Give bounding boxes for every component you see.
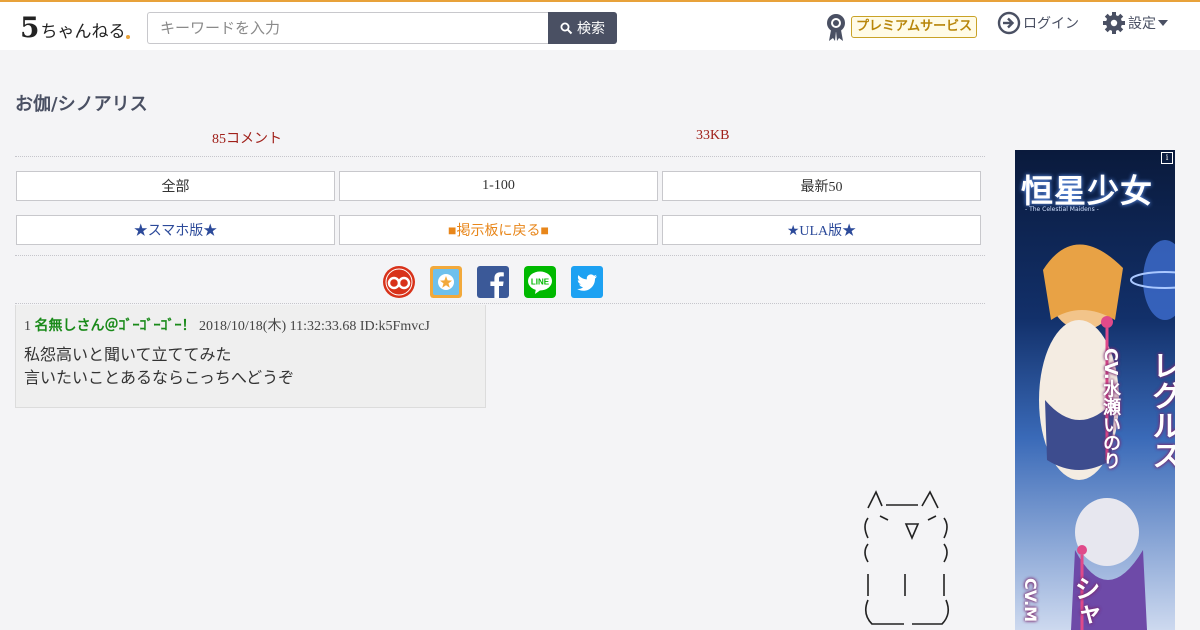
range-1-100-button[interactable]: 1-100 xyxy=(339,171,658,201)
search-input[interactable] xyxy=(147,12,549,44)
ula-version-button[interactable]: ★ULA版★ xyxy=(662,215,981,245)
logo-mark: 5 xyxy=(20,11,40,44)
line-icon[interactable]: LINE xyxy=(524,266,556,298)
post-date: 2018/10/18(木) 11:32:33.68 xyxy=(199,319,357,334)
smartphone-version-button[interactable]: ★スマホ版★ xyxy=(16,215,335,245)
latest-50-button[interactable]: 最新50 xyxy=(662,171,981,201)
facebook-icon[interactable] xyxy=(477,266,509,298)
post: 1 名無しさん＠ｺﾞｰｺﾞｰｺﾞｰ！ 2018/10/18(木) 11:32:3… xyxy=(15,305,486,408)
caret-down-icon xyxy=(1158,20,1168,26)
post-body: 私怨高いと聞いて立ててみた 言いたいことあるならこっちへどうぞ xyxy=(24,343,294,389)
ad-character-cv: CV.M xyxy=(1021,578,1040,623)
settings-label: 設定 xyxy=(1128,16,1156,32)
post-header: 1 名無しさん＠ｺﾞｰｺﾞｰｺﾞｰ！ 2018/10/18(木) 11:32:3… xyxy=(24,315,430,335)
ascii-cat-art xyxy=(864,490,950,625)
show-all-button[interactable]: 全部 xyxy=(16,171,335,201)
top-bar: 5 ちゃんねる 検索 プレミアムサービス ログイン xyxy=(0,0,1200,50)
poster-name: 名無しさん＠ｺﾞｰｺﾞｰｺﾞｰ！ xyxy=(34,318,196,334)
sussu-icon[interactable] xyxy=(383,266,415,298)
comment-count: 85コメント xyxy=(212,132,282,147)
svg-text:LINE: LINE xyxy=(531,278,550,287)
ad-character-cv: CV.水瀬いのり xyxy=(1100,348,1121,470)
ad-character-name: シャ xyxy=(1070,575,1100,627)
award-icon xyxy=(827,14,845,41)
login-label: ログイン xyxy=(1023,16,1079,32)
logo-text: ちゃんねる xyxy=(40,22,126,42)
ad-banner[interactable]: i 恒星少女 - The Celestial Maidens - レグルス CV… xyxy=(1015,150,1175,630)
settings-menu[interactable]: 設定 xyxy=(1102,11,1168,35)
login-icon xyxy=(997,11,1021,35)
post-line: 言いたいことあるならこっちへどうぞ xyxy=(24,368,295,387)
bookmark-icon[interactable] xyxy=(430,266,462,298)
search-button[interactable]: 検索 xyxy=(548,12,617,44)
premium-label: プレミアムサービス xyxy=(851,16,978,38)
thread-size: 33KB xyxy=(696,128,730,143)
search-icon xyxy=(560,22,573,34)
thread-title: お伽/シノアリス xyxy=(15,94,148,115)
search-button-label: 検索 xyxy=(577,21,605,37)
back-to-board-button[interactable]: ■掲示板に戻る■ xyxy=(339,215,658,245)
divider xyxy=(15,255,985,256)
post-number[interactable]: 1 xyxy=(24,319,31,334)
twitter-icon[interactable] xyxy=(571,266,603,298)
post-line: 私怨高いと聞いて立ててみた xyxy=(24,345,232,364)
login-link[interactable]: ログイン xyxy=(997,11,1079,35)
premium-service-link[interactable]: プレミアムサービス xyxy=(824,12,978,42)
post-id[interactable]: ID:k5FmvcJ xyxy=(360,319,430,334)
gear-icon xyxy=(1103,12,1125,34)
ad-character-name: レグルス xyxy=(1146,350,1175,470)
divider xyxy=(15,303,985,304)
site-logo[interactable]: 5 ちゃんねる xyxy=(20,11,131,44)
divider xyxy=(15,156,985,157)
logo-dot xyxy=(126,35,131,39)
